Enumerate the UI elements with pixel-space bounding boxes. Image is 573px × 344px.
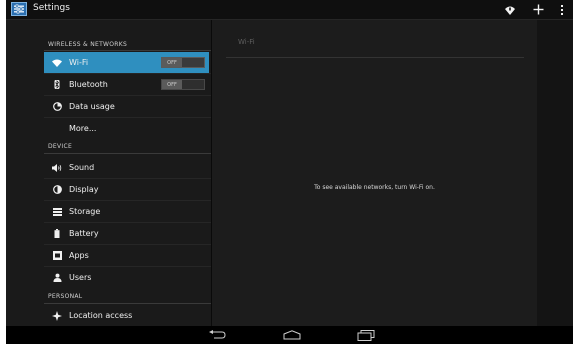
toggle-state-label: OFF — [162, 58, 182, 67]
display-icon — [51, 184, 63, 196]
sidebar-item-label: Bluetooth — [69, 80, 108, 89]
sidebar-item-label: Display — [69, 185, 99, 194]
apps-icon — [51, 250, 63, 262]
back-icon[interactable] — [206, 329, 228, 341]
detail-header: Wi-Fi — [238, 38, 255, 46]
sidebar-item-label: Users — [69, 273, 92, 282]
sidebar-item-storage[interactable]: Storage — [44, 201, 209, 222]
sidebar-item-bluetooth[interactable]: Bluetooth OFF — [44, 74, 209, 95]
battery-icon — [51, 228, 63, 240]
plus-icon[interactable] — [530, 2, 546, 17]
overflow-menu-icon[interactable] — [554, 2, 570, 17]
section-header-personal: PERSONAL — [48, 293, 83, 300]
sidebar-item-battery[interactable]: Battery — [44, 223, 209, 244]
content-area: WIRELESS & NETWORKS Wi-Fi OFF Bluetooth … — [6, 20, 573, 326]
detail-pane: Wi-Fi To see available networks, turn Wi… — [212, 20, 537, 326]
section-divider — [44, 303, 211, 304]
sidebar-item-label: Storage — [69, 207, 101, 216]
sidebar-item-label: More... — [69, 124, 97, 133]
bluetooth-icon — [51, 79, 63, 91]
section-header-device: DEVICE — [48, 143, 73, 150]
right-gutter — [537, 20, 573, 326]
settings-app-icon[interactable] — [11, 2, 27, 16]
sidebar-item-label: Wi-Fi — [69, 58, 89, 67]
sidebar-item-display[interactable]: Display — [44, 179, 209, 200]
sidebar-item-data-usage[interactable]: Data usage — [44, 96, 209, 117]
section-divider — [44, 153, 211, 154]
sound-icon — [51, 162, 63, 174]
sidebar-item-label: Data usage — [69, 102, 115, 111]
location-icon — [51, 310, 63, 322]
sidebar-item-apps[interactable]: Apps — [44, 245, 209, 266]
sidebar-item-users[interactable]: Users — [44, 267, 209, 288]
home-icon[interactable] — [281, 329, 303, 341]
wifi-icon — [51, 57, 63, 69]
bluetooth-toggle[interactable]: OFF — [161, 79, 205, 90]
navigation-bar — [6, 326, 573, 344]
sidebar-item-label: Battery — [69, 229, 99, 238]
sidebar-item-label: Sound — [69, 163, 95, 172]
sidebar-item-label: Apps — [69, 251, 89, 260]
detail-divider — [226, 57, 524, 58]
recent-apps-icon[interactable] — [355, 329, 377, 341]
screen: Settings WIRELESS & NETWORKS Wi-Fi OFF B… — [0, 0, 573, 344]
wifi-add-icon[interactable] — [502, 2, 518, 17]
sidebar-item-wifi[interactable]: Wi-Fi OFF — [44, 52, 209, 73]
storage-icon — [51, 206, 63, 218]
users-icon — [51, 272, 63, 284]
sidebar-item-location-access[interactable]: Location access — [44, 305, 209, 326]
section-divider — [44, 50, 211, 51]
page-title: Settings — [33, 3, 70, 13]
sidebar-item-sound[interactable]: Sound — [44, 157, 209, 178]
toggle-state-label: OFF — [162, 80, 182, 89]
section-header-wireless: WIRELESS & NETWORKS — [48, 41, 128, 48]
data-usage-icon — [51, 101, 63, 113]
sidebar-item-more[interactable]: More... — [44, 118, 209, 139]
empty-state-message: To see available networks, turn Wi-Fi on… — [314, 184, 435, 191]
action-bar: Settings — [6, 0, 573, 20]
settings-sidebar: WIRELESS & NETWORKS Wi-Fi OFF Bluetooth … — [6, 20, 211, 326]
sidebar-item-label: Location access — [69, 311, 133, 320]
wifi-toggle[interactable]: OFF — [161, 57, 205, 68]
